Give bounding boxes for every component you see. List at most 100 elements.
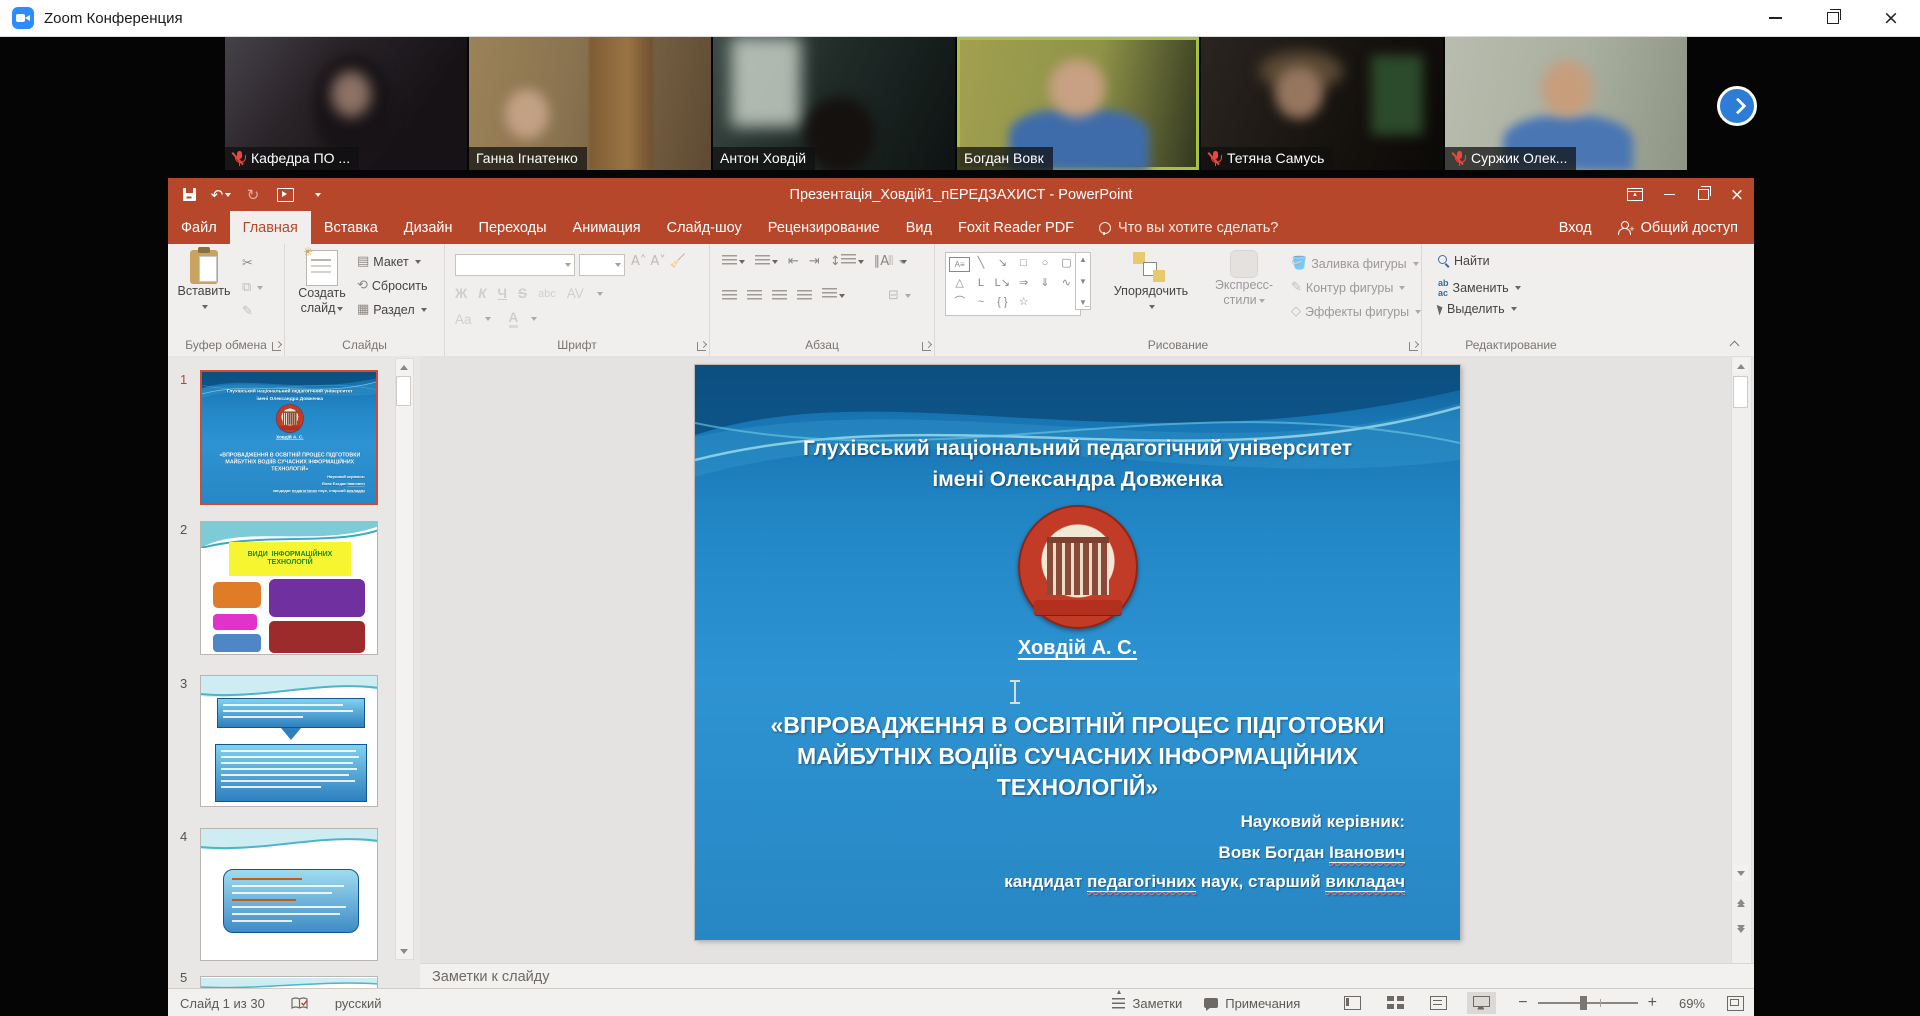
tab-review[interactable]: Рецензирование <box>755 211 893 244</box>
tab-animations[interactable]: Анимация <box>560 211 654 244</box>
redo-button[interactable]: ↻ <box>244 186 262 204</box>
quick-styles-button[interactable]: Экспресс- стили <box>1203 250 1285 308</box>
textbox-shape-icon[interactable]: A≡ <box>949 257 970 272</box>
collapse-ribbon-button[interactable] <box>1730 342 1740 348</box>
slide-scrollbar[interactable] <box>1731 356 1752 965</box>
sign-in-link[interactable]: Вход <box>1559 220 1592 236</box>
font-size-combo[interactable] <box>579 254 625 276</box>
zoom-in-button[interactable]: + <box>1648 994 1657 1012</box>
thumb-scroll-down-button[interactable] <box>396 943 411 959</box>
columns-button[interactable] <box>822 288 845 302</box>
tab-slideshow[interactable]: Слайд-шоу <box>654 211 755 244</box>
line-shape-icon[interactable]: ╲ <box>970 255 991 275</box>
ribbon-display-options-button[interactable] <box>1618 178 1652 211</box>
copy-button[interactable]: ⧉ <box>242 280 263 295</box>
underline-button[interactable]: Ч <box>498 286 508 301</box>
smartart-convert-button[interactable]: ⊟ <box>888 288 911 303</box>
close-button[interactable]: × <box>1862 0 1920 36</box>
slide-title[interactable]: «ВПРОВАДЖЕННЯ В ОСВІТНІЙ ПРОЦЕС ПІДГОТОВ… <box>725 710 1430 803</box>
slide-thumbnail-2[interactable]: ВИДИ ІНФОРМАЦІЙНИХ ТЕХНОЛОГІЙ <box>200 521 378 655</box>
find-button[interactable]: Найти <box>1438 254 1490 268</box>
thumbnail-scrollbar[interactable] <box>395 358 414 960</box>
notes-toggle-button[interactable]: Заметки <box>1112 996 1182 1011</box>
participant-video-4-active-speaker[interactable]: Богдан Вовк <box>957 37 1199 170</box>
gallery-up-icon[interactable]: ▲ <box>1079 255 1087 264</box>
shape-fill-button[interactable]: 🪣Заливка фигуры <box>1291 256 1419 271</box>
share-button[interactable]: + Общий доступ <box>1618 220 1738 236</box>
rect-shape-icon[interactable]: □ <box>1013 255 1034 275</box>
align-left-button[interactable] <box>722 290 737 301</box>
align-right-button[interactable] <box>772 290 787 301</box>
decrease-indent-button[interactable]: ⇤ <box>788 254 799 269</box>
font-color-button[interactable]: А <box>509 310 519 328</box>
justify-button[interactable] <box>797 290 812 301</box>
slide-supervisor-label[interactable]: Науковий керівник: <box>1241 812 1405 832</box>
shapes-gallery[interactable]: A≡ ╲ ↘ □ ○ ▢ △ L L↘ ⇒ ⇓ ∿ ⌒ ~ { } ☆ <box>945 252 1081 316</box>
restore-button[interactable] <box>1804 0 1862 36</box>
zoom-slider-thumb[interactable] <box>1580 996 1587 1010</box>
slide-sorter-view-button[interactable] <box>1381 992 1410 1014</box>
tell-me-box[interactable]: Что вы хотите сделать? <box>1087 211 1290 244</box>
gallery-down-icon[interactable]: ▼ <box>1079 277 1087 286</box>
zoom-percentage[interactable]: 69% <box>1679 996 1705 1011</box>
bold-button[interactable]: Ж <box>455 286 467 301</box>
ppt-restore-button[interactable] <box>1686 178 1720 211</box>
start-slideshow-button[interactable] <box>276 186 294 204</box>
university-emblem[interactable] <box>1018 505 1138 629</box>
reset-button[interactable]: ⟲Сбросить <box>357 278 427 293</box>
elbow-shape-icon[interactable]: L <box>970 275 991 294</box>
block-arrow-shape-icon[interactable]: ⇒ <box>1013 275 1034 294</box>
numbering-button[interactable] <box>755 255 778 269</box>
change-case-button[interactable]: Aa <box>455 312 472 327</box>
arrange-button[interactable]: Упорядочить <box>1103 250 1199 314</box>
triangle-shape-icon[interactable]: △ <box>949 275 970 294</box>
comments-toggle-button[interactable]: Примечания <box>1204 996 1300 1011</box>
slide-thumbnail-1[interactable]: Глухівський національний педагогічний ун… <box>200 370 378 505</box>
shadow-button[interactable]: abc <box>538 288 556 300</box>
slide-supervisor-degree[interactable]: кандидат педагогічних наук, старший викл… <box>1004 872 1405 892</box>
down-arrow-shape-icon[interactable]: ⇓ <box>1034 275 1055 294</box>
thumb-scroll-up-button[interactable] <box>396 359 411 375</box>
scroll-thumb[interactable] <box>1733 376 1748 408</box>
scroll-down-button[interactable] <box>1733 865 1748 881</box>
customize-qat-button[interactable] <box>308 186 326 204</box>
brace-shape-icon[interactable]: { } <box>992 294 1013 313</box>
zoom-slider-track[interactable] <box>1538 1002 1638 1004</box>
spellcheck-icon[interactable] <box>291 996 309 1011</box>
cut-button[interactable]: ✂ <box>242 256 253 271</box>
tab-foxit-pdf[interactable]: Foxit Reader PDF <box>945 211 1087 244</box>
italic-button[interactable]: К <box>478 286 486 301</box>
participant-video-3[interactable]: Антон Ховдій <box>713 37 955 170</box>
participant-video-1[interactable]: Кафедра ПО ... <box>225 37 467 170</box>
tab-file[interactable]: Файл <box>168 211 230 244</box>
arrow-shape-icon[interactable]: ↘ <box>992 255 1013 275</box>
slideshow-view-button[interactable] <box>1467 992 1496 1014</box>
ppt-minimize-button[interactable] <box>1652 178 1686 211</box>
font-name-combo[interactable] <box>455 254 575 276</box>
scribble-shape-icon[interactable]: ∿ <box>1056 275 1077 294</box>
clipboard-dialog-launcher[interactable] <box>272 342 281 351</box>
next-participants-button[interactable] <box>1717 86 1757 126</box>
slide-author[interactable]: Ховдій А. С. <box>695 637 1460 660</box>
previous-slide-button[interactable] <box>1733 893 1748 913</box>
replace-button[interactable]: abacЗаменить <box>1438 278 1521 298</box>
drawing-dialog-launcher[interactable] <box>1409 342 1418 351</box>
slide-thumbnail-3[interactable] <box>200 675 378 807</box>
select-button[interactable]: Выделить <box>1438 302 1517 316</box>
scroll-up-button[interactable] <box>1733 358 1748 374</box>
gallery-more-icon[interactable]: ▼̲ <box>1079 298 1087 307</box>
slide-thumbnail-5[interactable] <box>200 976 378 988</box>
participant-video-5[interactable]: Тетяна Самусь <box>1201 37 1443 170</box>
participant-video-2[interactable]: Ганна Ігнатенко <box>469 37 711 170</box>
minimize-button[interactable] <box>1746 0 1804 36</box>
ppt-close-button[interactable]: × <box>1720 178 1754 211</box>
oval-shape-icon[interactable]: ○ <box>1034 255 1055 275</box>
tab-design[interactable]: Дизайн <box>391 211 466 244</box>
format-painter-button[interactable]: ✎ <box>242 304 253 319</box>
align-text-button[interactable]: ⫴ <box>888 254 905 269</box>
normal-view-button[interactable] <box>1338 992 1367 1014</box>
reading-view-button[interactable] <box>1424 992 1453 1014</box>
save-button[interactable] <box>180 186 198 204</box>
line-spacing-button[interactable]: ↕ <box>830 254 864 269</box>
shapes-gallery-scroll[interactable]: ▲ ▼ ▼̲ <box>1075 252 1091 310</box>
